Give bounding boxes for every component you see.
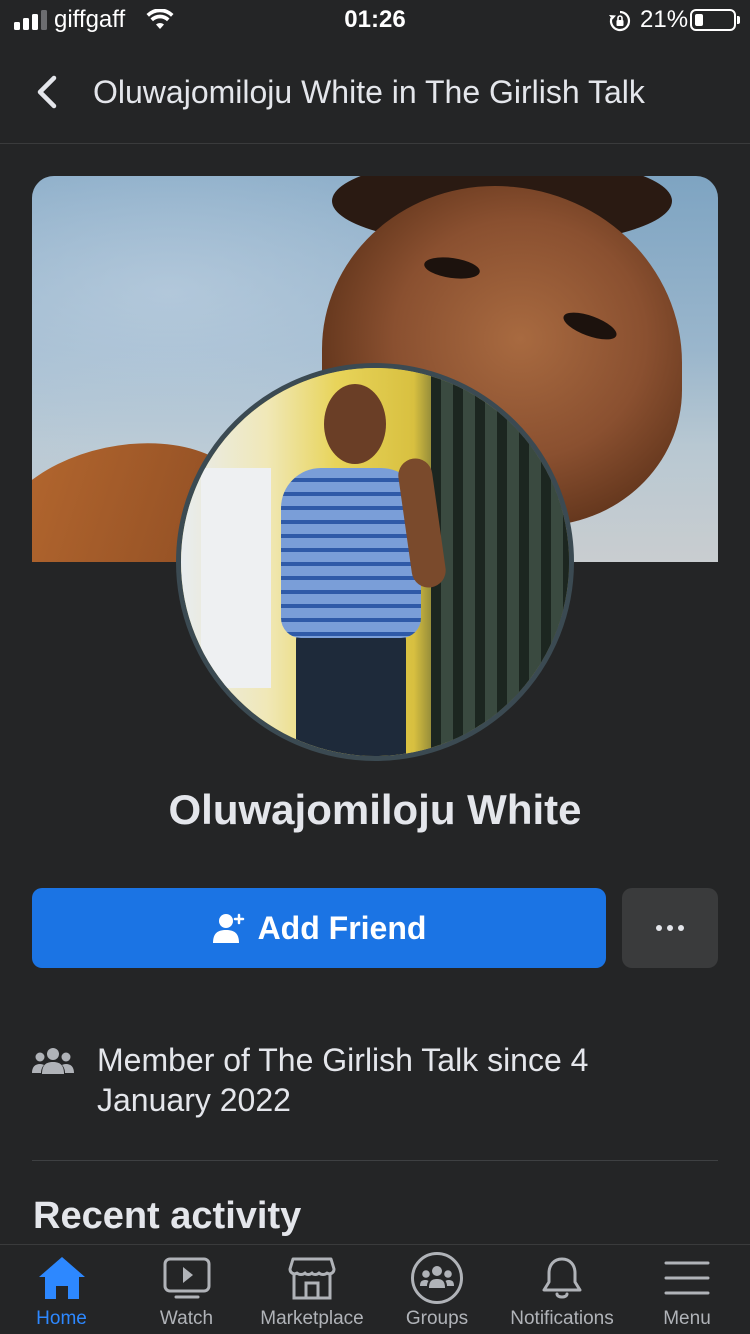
add-friend-label: Add Friend: [257, 909, 427, 946]
divider: [32, 1160, 718, 1161]
more-icon: [656, 925, 684, 931]
tab-menu[interactable]: Menu: [624, 1245, 750, 1334]
watch-icon: [163, 1257, 210, 1299]
home-icon: [38, 1257, 85, 1299]
clock: 01:26: [344, 6, 406, 33]
chevron-left-icon: [37, 75, 57, 109]
tab-groups[interactable]: Groups: [374, 1245, 500, 1334]
battery-percentage: 21%: [640, 6, 689, 33]
tab-marketplace[interactable]: Marketplace: [250, 1245, 374, 1334]
group-link[interactable]: The Girlish Talk: [258, 1042, 478, 1078]
avatar[interactable]: [176, 363, 574, 761]
members-icon: [32, 1048, 74, 1074]
bell-icon: [542, 1257, 582, 1299]
recent-activity-heading: Recent activity: [33, 1195, 302, 1237]
back-button[interactable]: [28, 70, 68, 114]
marketplace-icon: [288, 1257, 336, 1300]
membership-info: Member of The Girlish Talk since 4 Janua…: [97, 1040, 697, 1120]
more-options-button[interactable]: [622, 888, 718, 968]
tab-notifications[interactable]: Notifications: [500, 1245, 624, 1334]
tab-label: Notifications: [510, 1308, 614, 1329]
groups-icon: [411, 1252, 463, 1304]
tab-label: Home: [36, 1308, 87, 1329]
tab-label: Watch: [159, 1308, 214, 1329]
tab-bar: Home Watch Marketplace Groups Notificati…: [0, 1244, 750, 1334]
tab-label: Menu: [663, 1308, 711, 1329]
add-friend-icon: [212, 913, 244, 943]
profile-name: Oluwajomiloju White: [168, 786, 582, 833]
battery-icon: [690, 9, 740, 31]
tab-label: Marketplace: [260, 1308, 364, 1329]
tab-home[interactable]: Home: [0, 1245, 123, 1334]
menu-icon: [664, 1261, 710, 1295]
add-friend-button[interactable]: Add Friend: [32, 888, 606, 968]
rotation-lock-icon: [609, 10, 631, 32]
tab-watch[interactable]: Watch: [123, 1245, 250, 1334]
header: Oluwajomiloju White in The Girlish Talk: [0, 44, 750, 144]
tab-label: Groups: [405, 1308, 469, 1329]
status-bar: giffgaff 01:26 21%: [0, 0, 750, 44]
page-title: Oluwajomiloju White in The Girlish Talk: [93, 74, 645, 110]
membership-text: Member of: [97, 1042, 259, 1078]
